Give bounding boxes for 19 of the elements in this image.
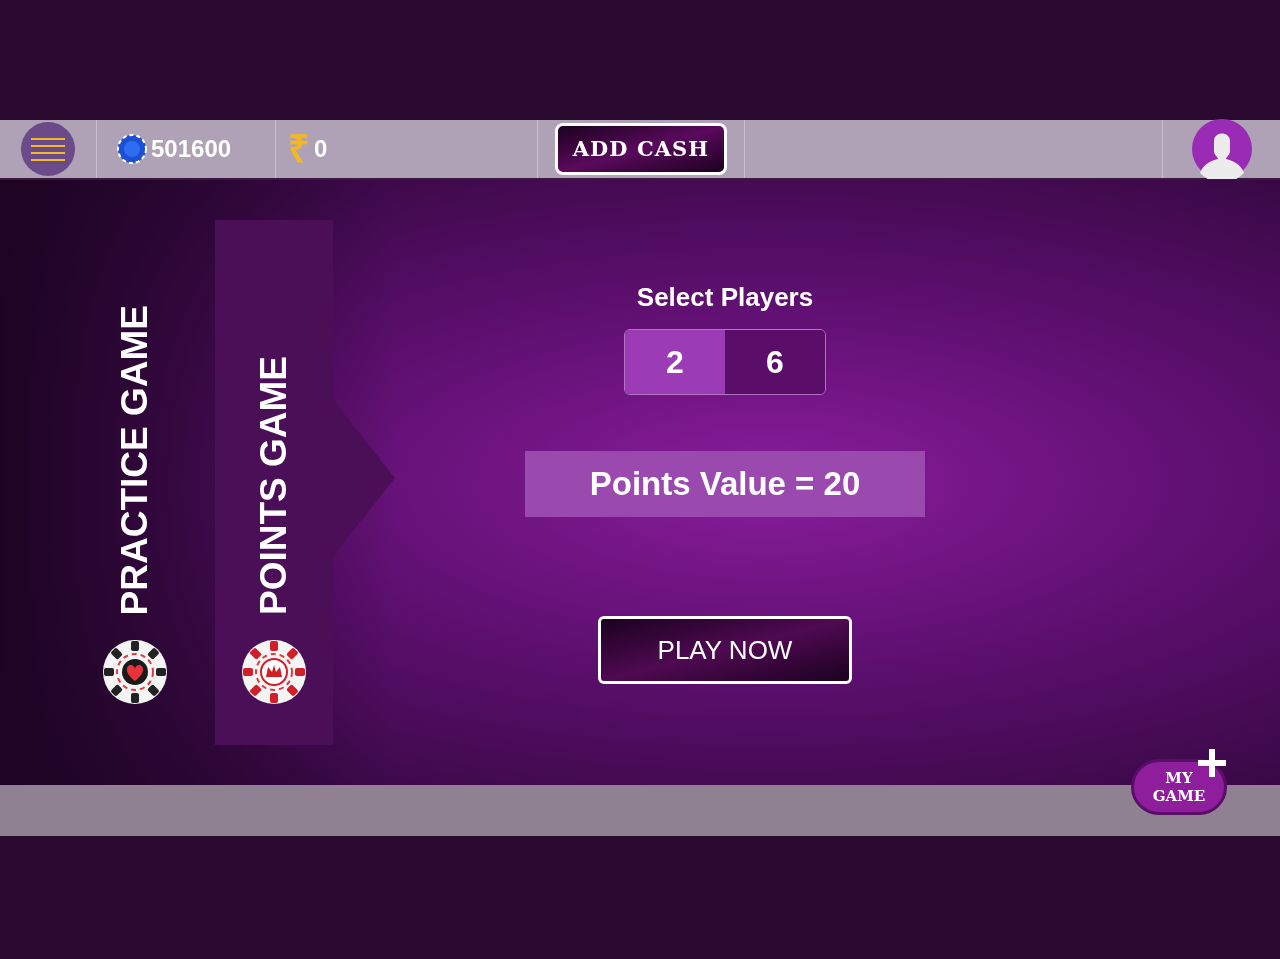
- poker-chip-icon: [102, 639, 168, 705]
- coin-icon: [117, 134, 147, 164]
- coin-balance: 501600: [151, 134, 232, 164]
- add-cash-button[interactable]: ADD CASH: [555, 123, 727, 175]
- points-value: Points Value = 20: [525, 451, 925, 517]
- avatar-icon[interactable]: [1191, 119, 1252, 179]
- plus-icon: [1196, 747, 1228, 779]
- player-count-option[interactable]: 6: [725, 330, 825, 394]
- select-players-title: Select Players: [636, 281, 814, 314]
- game-mode-tab[interactable]: PRACTICE GAME: [80, 220, 190, 745]
- cash-balance: 0: [314, 134, 328, 164]
- player-count-option[interactable]: 2: [625, 330, 725, 394]
- play-now-button[interactable]: PLAY NOW: [598, 616, 852, 684]
- game-mode-tab[interactable]: POINTS GAME: [215, 220, 395, 745]
- menu-icon: [31, 137, 65, 161]
- menu-button[interactable]: [21, 122, 75, 176]
- my-game-button[interactable]: MY GAME: [1131, 759, 1227, 815]
- rupee-symbol: ₹: [288, 130, 310, 168]
- poker-chip-icon: [241, 639, 307, 705]
